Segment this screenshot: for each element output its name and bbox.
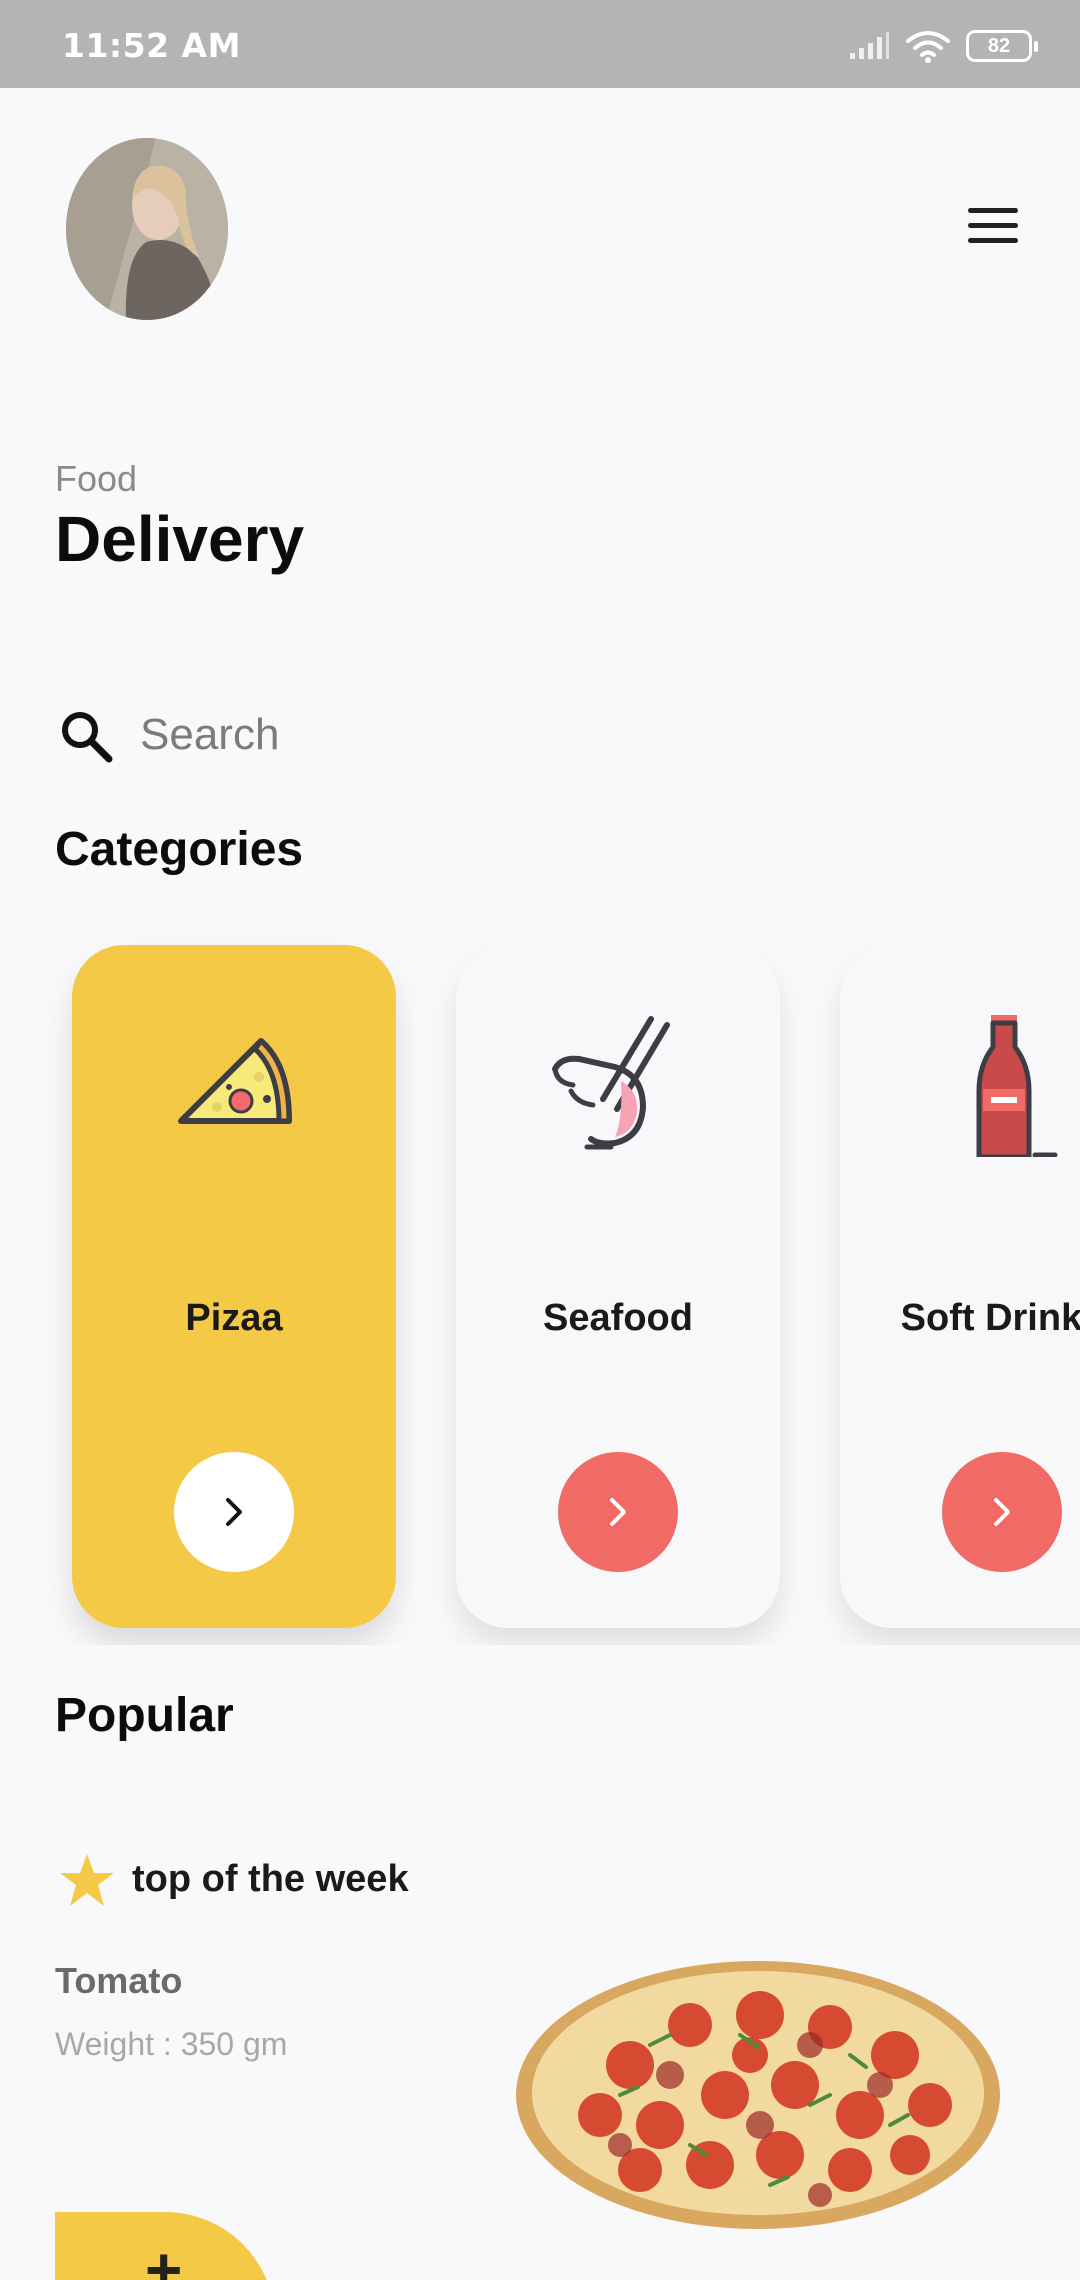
popular-title: Popular — [55, 1689, 234, 1742]
categories-title: Categories — [55, 823, 304, 876]
avatar[interactable] — [66, 138, 228, 320]
category-label: Seafood — [543, 1297, 693, 1339]
battery-indicator: 82 — [966, 30, 1038, 62]
soda-bottle-icon — [976, 1015, 1058, 1157]
search-icon[interactable] — [58, 708, 114, 764]
signal-icon — [850, 32, 889, 59]
category-label: Pizaa — [185, 1297, 283, 1339]
wifi-icon — [906, 31, 950, 63]
status-time: 11:52 AM — [62, 26, 241, 65]
category-label: Soft Drinks — [900, 1297, 1080, 1339]
menu-line-middle — [968, 223, 1018, 228]
categories-carousel[interactable]: Pizaa Seafood Soft Drink — [0, 930, 1080, 1645]
category-card-pizza[interactable]: Pizaa — [72, 945, 396, 1628]
pizza-image[interactable] — [510, 1955, 1005, 2235]
category-card-soft-drinks[interactable]: Soft Drinks — [840, 945, 1080, 1628]
chevron-right-icon — [994, 1498, 1010, 1526]
shrimp-chopsticks-icon — [552, 1016, 670, 1150]
header-subtitle: Food — [55, 458, 138, 499]
add-label: + — [145, 2234, 183, 2280]
status-icons: 82 — [848, 26, 1038, 66]
category-card-seafood[interactable]: Seafood — [456, 945, 780, 1628]
item-name[interactable]: Tomato — [55, 1960, 182, 2002]
battery-level: 82 — [987, 34, 1011, 57]
category-arrow-button[interactable] — [558, 1452, 678, 1572]
pizza-icon — [178, 1038, 292, 1124]
chevron-right-icon — [610, 1498, 626, 1526]
avatar-photo — [66, 138, 228, 320]
menu-button[interactable] — [960, 204, 1024, 248]
menu-line-top — [968, 208, 1018, 213]
menu-line-bottom — [968, 238, 1018, 243]
category-arrow-button[interactable] — [174, 1452, 294, 1572]
chevron-right-icon — [226, 1498, 242, 1526]
status-bar: 11:52 AM 82 — [0, 0, 1080, 88]
page-title: Delivery — [55, 503, 305, 575]
search-input[interactable] — [140, 700, 1000, 770]
top-week-badge: top of the week — [132, 1858, 409, 1900]
category-arrow-button[interactable] — [942, 1452, 1062, 1572]
star-icon — [60, 1854, 114, 1906]
add-to-cart-button[interactable]: + — [55, 2212, 275, 2280]
item-weight: Weight : 350 gm — [55, 2026, 288, 2062]
